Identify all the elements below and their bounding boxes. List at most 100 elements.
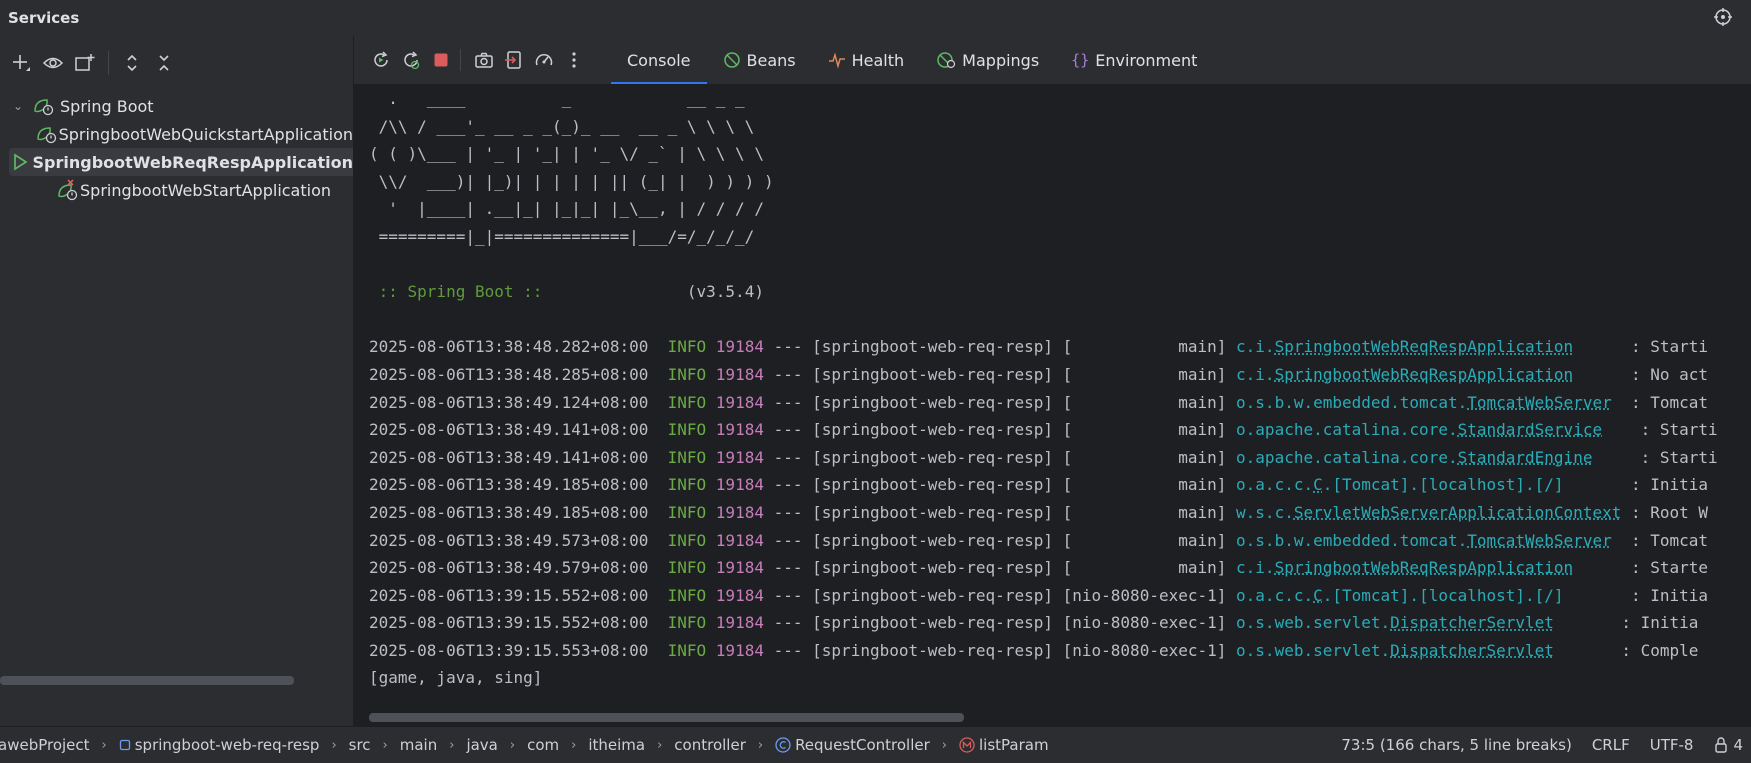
logger-class-underline[interactable]: DispatcherServlet [1390,641,1554,660]
log-logger[interactable]: c.i.SpringbootWebReqRespApplication [1236,558,1573,577]
log-logger[interactable]: o.a.c.c.C.[Tomcat].[localhost].[/] [1236,475,1564,494]
breadcrumb-item[interactable]: com [527,736,559,754]
tree-node-label: Spring Boot [60,96,154,116]
chevron-right-icon: › [382,737,388,753]
logger-class-underline[interactable]: C [1313,586,1323,605]
log-logger[interactable]: c.i.SpringbootWebReqRespApplication [1236,365,1573,384]
log-line: 2025-08-06T13:39:15.553+08:00 INFO 19184… [369,641,1698,660]
log-padding [1573,558,1631,577]
breadcrumb-item[interactable]: listParam [959,736,1049,754]
tree-item-start-app[interactable]: SpringbootWebStartApplication [0,176,353,204]
log-line: 2025-08-06T13:38:49.141+08:00 INFO 19184… [369,420,1718,439]
line-ending[interactable]: CRLF [1592,736,1630,754]
logger-class-underline[interactable]: ServletWebServerApplicationContext [1294,503,1622,522]
tab-label: Console [627,50,691,70]
rerun-debug-icon[interactable] [398,47,424,73]
breadcrumb-item[interactable]: itheima [588,736,645,754]
file-encoding[interactable]: UTF-8 [1650,736,1694,754]
log-level: INFO [667,447,707,467]
log-padding [1573,365,1631,384]
more-options-icon[interactable] [561,47,587,73]
log-logger[interactable]: o.s.b.w.embedded.tomcat.TomcatWebServer [1236,531,1612,550]
log-message: : Starti [1640,447,1718,467]
console-horizontal-scrollbar[interactable] [369,713,964,722]
logger-class-underline[interactable]: TomcatWebServer [1467,393,1612,412]
logger-class-link: SpringbootWebReqRespApplication [1274,364,1574,384]
log-message: : Initia [1631,585,1709,605]
logger-class-underline[interactable]: StandardService [1458,420,1603,439]
services-toolbar [0,36,353,90]
log-pid: 19184 [715,475,764,495]
breadcrumb-item[interactable]: springboot-web-req-resp [119,736,319,754]
log-message: : Tomcat [1630,530,1709,550]
logger-package: o.a.c.c. [1236,585,1314,605]
rerun-icon[interactable] [368,47,394,73]
log-logger[interactable]: o.s.b.w.embedded.tomcat.TomcatWebServer [1236,393,1612,412]
log-timestamp: 2025-08-06T13:38:49.185+08:00 [369,502,649,522]
tab-mappings[interactable]: Mappings [920,36,1055,84]
tab-health[interactable]: Health [812,36,921,84]
breadcrumb-item[interactable]: java [466,736,497,754]
tab-console[interactable]: Console [611,36,707,84]
tree-node-spring-boot[interactable]: ⌄ Spring Boot [0,92,353,120]
expand-all-icon[interactable] [119,50,145,76]
log-logger[interactable]: o.s.web.servlet.DispatcherServlet [1236,641,1554,660]
breadcrumb-item[interactable]: awebProject [0,736,90,754]
log-logger[interactable]: o.apache.catalina.core.StandardService [1236,420,1602,439]
log-padding [1602,420,1641,439]
tab-environment[interactable]: {} Environment [1055,36,1213,84]
log-thread: [ main] [1062,447,1227,467]
gauge-icon[interactable] [531,47,557,73]
tree-item-quickstart-app[interactable]: SpringbootWebQuickstartApplication [0,120,353,148]
tree-horizontal-scrollbar[interactable] [0,676,294,685]
chevron-down-icon[interactable]: ⌄ [10,99,26,113]
log-logger[interactable]: o.apache.catalina.core.StandardEngine [1236,448,1592,467]
logger-class-underline[interactable]: SpringbootWebReqRespApplication [1275,365,1574,384]
banner-line: =========|_|==============|___/=/_/_/_/ [369,226,755,246]
log-level: INFO [667,364,707,384]
eye-icon[interactable] [40,50,66,76]
log-line: 2025-08-06T13:38:49.185+08:00 INFO 19184… [369,503,1708,522]
notification-count: 4 [1733,736,1743,754]
new-group-icon[interactable] [72,50,98,76]
breadcrumb-item[interactable]: RequestController [775,736,930,754]
log-separator: --- [773,585,803,605]
tab-beans[interactable]: Beans [707,36,812,84]
log-message: : Starte [1630,558,1709,578]
log-timestamp: 2025-08-06T13:38:49.141+08:00 [369,420,649,440]
log-timestamp: 2025-08-06T13:38:49.579+08:00 [369,558,649,578]
log-logger[interactable]: c.i.SpringbootWebReqRespApplication [1236,337,1573,356]
log-timestamp: 2025-08-06T13:38:49.124+08:00 [369,392,649,412]
export-icon[interactable] [501,47,527,73]
banner-line: . ____ _ __ _ _ [369,89,745,108]
camera-icon[interactable] [471,47,497,73]
logger-class-underline[interactable]: SpringbootWebReqRespApplication [1275,558,1574,577]
mappings-icon [936,51,956,69]
chevron-right-icon: › [657,737,663,753]
logger-class-underline[interactable]: TomcatWebServer [1467,531,1612,550]
log-thread: [ main] [1062,392,1227,412]
log-timestamp: 2025-08-06T13:39:15.552+08:00 [369,585,649,605]
caret-position[interactable]: 73:5 (166 chars, 5 line breaks) [1341,736,1571,754]
log-logger[interactable]: w.s.c.ServletWebServerApplicationContext [1236,503,1621,522]
tree-item-reqresp-app[interactable]: SpringbootWebReqRespApplication [9,148,353,176]
logger-class-underline[interactable]: StandardEngine [1458,448,1593,467]
crosshair-icon[interactable] [1713,7,1733,27]
log-thread: [ main] [1062,558,1227,578]
breadcrumb-label: src [348,736,371,754]
stop-icon[interactable] [428,47,454,73]
add-service-icon[interactable] [8,50,34,76]
collapse-all-icon[interactable] [151,50,177,76]
log-logger[interactable]: o.a.c.c.C.[Tomcat].[localhost].[/] [1236,586,1564,605]
logger-class-underline[interactable]: DispatcherServlet [1390,613,1554,632]
notifications-widget[interactable]: 4 [1713,736,1743,754]
log-padding [1573,337,1631,356]
logger-class-underline[interactable]: SpringbootWebReqRespApplication [1275,337,1574,356]
breadcrumb-item[interactable]: main [400,736,437,754]
log-logger[interactable]: o.s.web.servlet.DispatcherServlet [1236,613,1554,632]
log-level: INFO [667,420,707,440]
breadcrumb-item[interactable]: controller [674,736,746,754]
logger-class-underline[interactable]: C [1313,475,1323,494]
breadcrumb-item[interactable]: src [349,736,371,754]
console-output[interactable]: . ____ _ __ _ _ /\\ / ___'_ __ _ _(_)_ _… [354,85,1751,711]
